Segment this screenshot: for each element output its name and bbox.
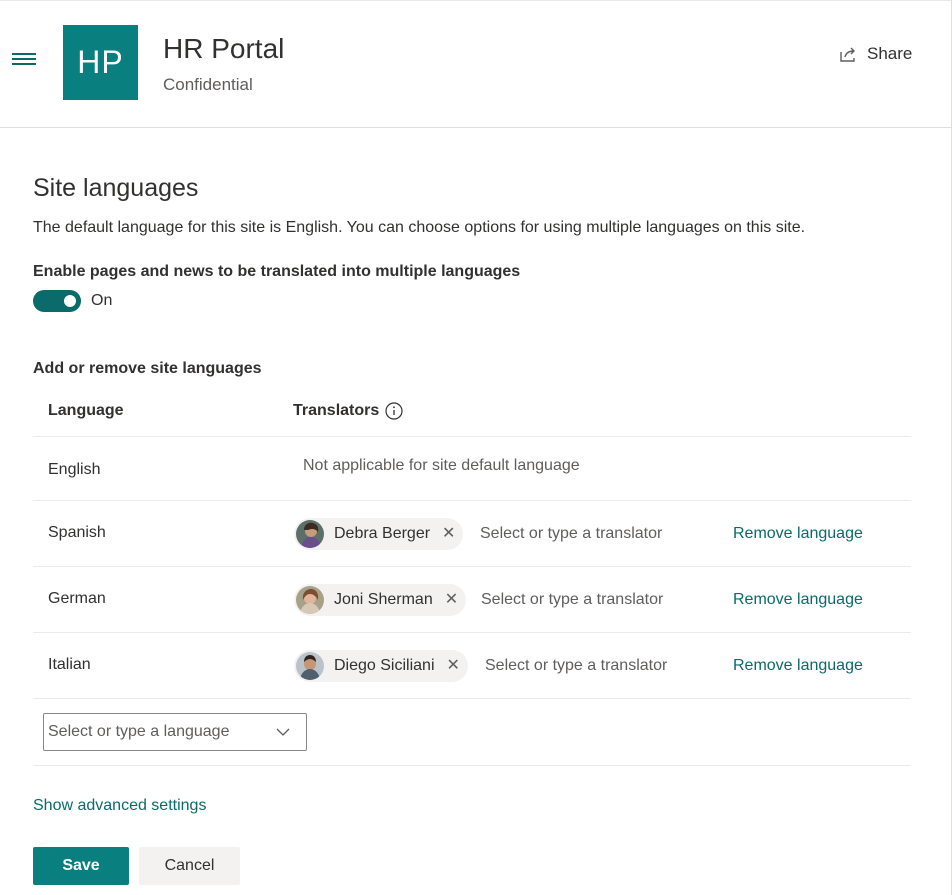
translator-input[interactable] <box>481 591 701 609</box>
translator-input[interactable] <box>480 525 700 543</box>
translator-name: Joni Sherman <box>334 591 433 608</box>
remove-translator-icon[interactable]: ✕ <box>445 592 458 608</box>
site-logo[interactable]: HP <box>63 25 138 100</box>
toggle-state-text: On <box>91 292 113 309</box>
translator-name: Debra Berger <box>334 525 431 542</box>
toggle-knob <box>64 295 76 307</box>
translation-toggle-label: Enable pages and news to be translated i… <box>33 263 521 280</box>
chevron-down-icon <box>276 728 290 736</box>
share-button[interactable]: Share <box>838 44 912 64</box>
translator-pill[interactable]: Joni Sherman ✕ <box>294 584 467 616</box>
share-label: Share <box>867 44 913 63</box>
hamburger-icon[interactable] <box>12 53 36 67</box>
page-description: The default language for this site is En… <box>33 219 806 236</box>
remove-language-link[interactable]: Remove language <box>733 657 863 675</box>
translator-pill[interactable]: Debra Berger ✕ <box>294 518 464 550</box>
info-icon[interactable] <box>385 402 403 420</box>
remove-translator-icon[interactable]: ✕ <box>442 526 455 542</box>
section-label: Add or remove site languages <box>33 360 262 377</box>
divider <box>33 698 911 699</box>
translator-name: Diego Siciliani <box>334 657 435 674</box>
site-classification: Confidential <box>163 75 253 94</box>
divider <box>33 632 911 633</box>
column-header-language: Language <box>48 402 124 419</box>
save-button[interactable]: Save <box>33 847 129 885</box>
remove-translator-icon[interactable]: ✕ <box>447 658 460 674</box>
add-language-dropdown[interactable]: Select or type a language <box>43 713 307 751</box>
translation-toggle[interactable] <box>33 290 81 312</box>
avatar <box>296 520 324 548</box>
language-name: Spanish <box>48 524 106 541</box>
add-language-placeholder: Select or type a language <box>48 723 230 740</box>
translator-pill[interactable]: Diego Siciliani ✕ <box>294 650 468 682</box>
page-title: Site languages <box>33 174 199 202</box>
show-advanced-settings-link[interactable]: Show advanced settings <box>33 797 206 815</box>
avatar <box>296 586 324 614</box>
language-name: English <box>48 461 101 478</box>
site-title[interactable]: HR Portal <box>163 33 284 65</box>
share-icon <box>840 47 855 62</box>
divider <box>33 566 911 567</box>
remove-language-link[interactable]: Remove language <box>733 591 863 609</box>
language-name: German <box>48 590 106 607</box>
translator-input[interactable] <box>485 657 705 675</box>
cancel-button[interactable]: Cancel <box>139 847 240 885</box>
default-language-note: Not applicable for site default language <box>303 457 580 474</box>
divider <box>33 765 911 766</box>
language-name: Italian <box>48 656 91 673</box>
site-header: HP HR Portal Confidential Share <box>0 0 952 128</box>
column-header-translators: Translators <box>293 402 380 419</box>
remove-language-link[interactable]: Remove language <box>733 525 863 543</box>
divider <box>33 436 911 437</box>
avatar <box>296 652 324 680</box>
divider <box>33 500 911 501</box>
